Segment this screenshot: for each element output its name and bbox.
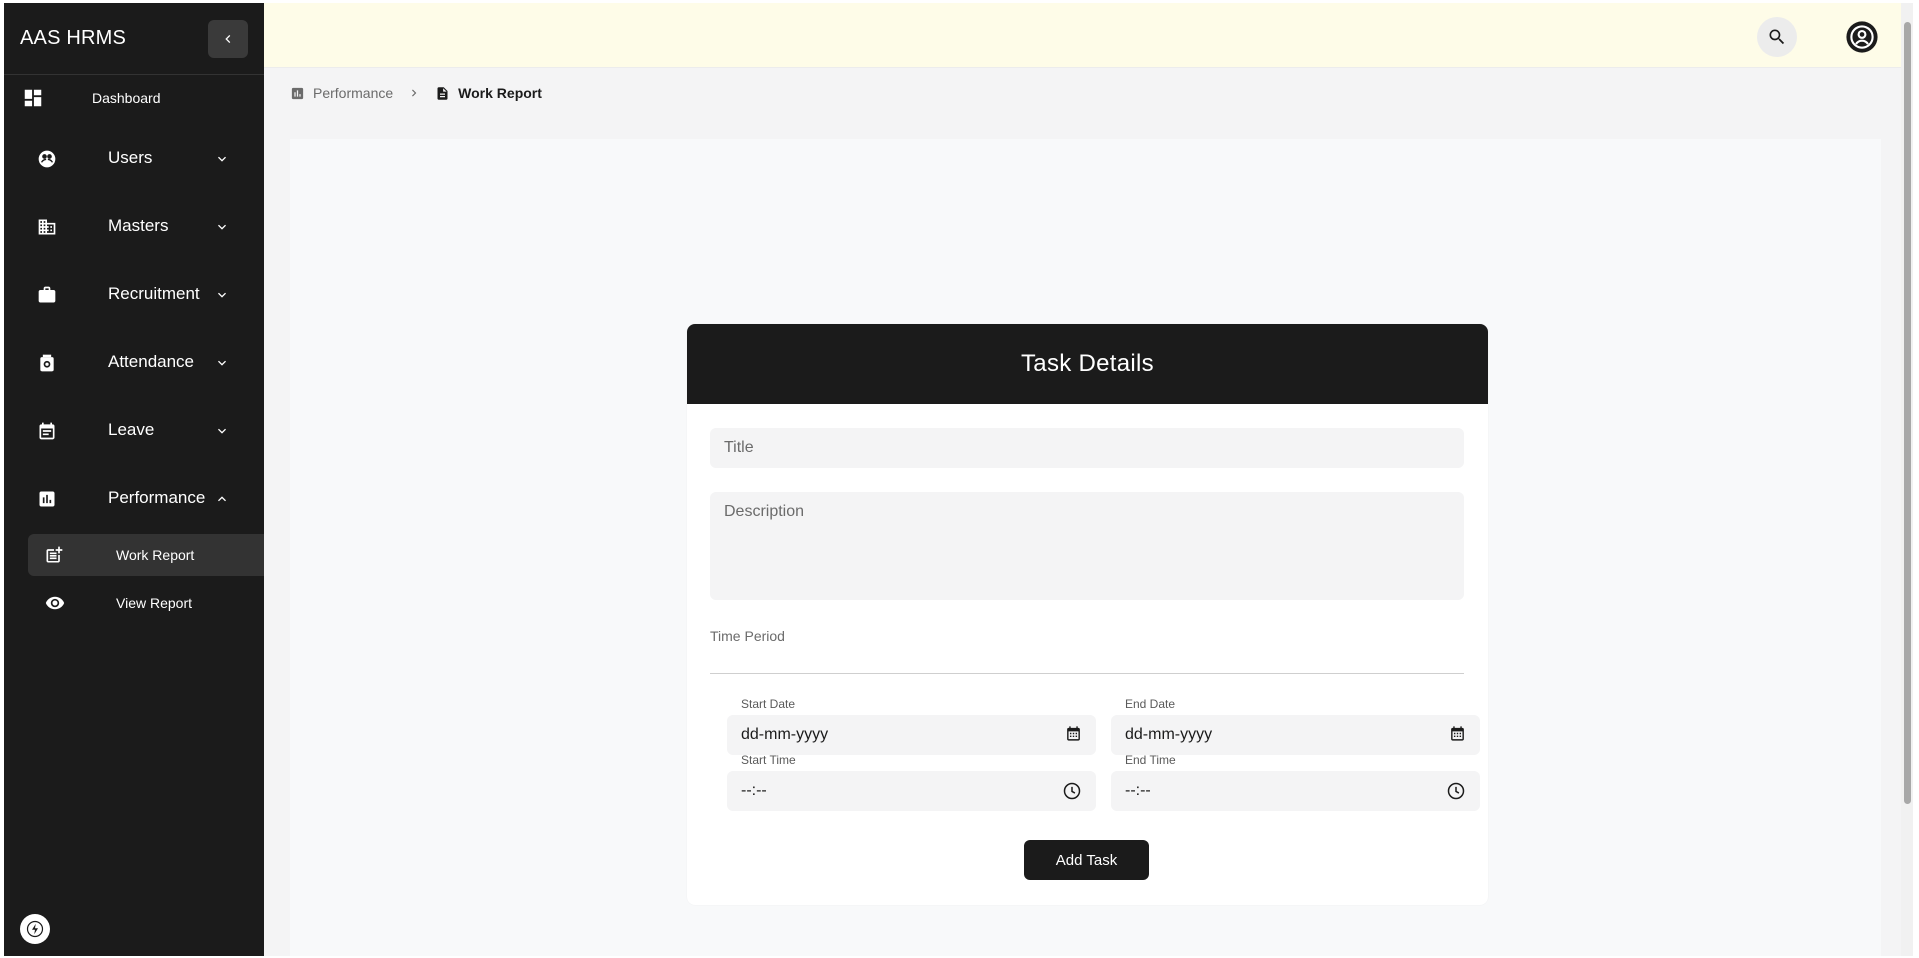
breadcrumb-item-work-report: Work Report: [435, 85, 542, 101]
breadcrumb-item-performance[interactable]: Performance: [290, 85, 393, 101]
start-date-value: dd-mm-yyyy: [741, 726, 829, 743]
chevron-down-icon: [214, 287, 230, 308]
calendar-picker-icon[interactable]: [1065, 725, 1082, 747]
lightning-icon: [26, 920, 44, 938]
time-period-divider: [710, 673, 1464, 674]
end-date-value: dd-mm-yyyy: [1125, 726, 1213, 743]
sidebar-item-dashboard[interactable]: Dashboard: [4, 83, 264, 115]
collapse-sidebar-button[interactable]: [208, 20, 248, 58]
end-date-label: End Date: [1125, 697, 1176, 711]
eye-icon: [44, 593, 66, 618]
start-time-input[interactable]: Start Time --:--: [727, 753, 1096, 811]
calendar-icon: [37, 421, 57, 446]
briefcase-icon: [37, 285, 57, 310]
sidebar-item-users[interactable]: Users: [4, 137, 264, 181]
account-circle-icon: [1846, 21, 1878, 53]
post-add-icon: [44, 545, 64, 570]
account-button[interactable]: [1842, 17, 1882, 57]
chevron-left-icon: [225, 35, 231, 43]
chevron-right-icon: [407, 86, 421, 100]
calendar-picker-icon[interactable]: [1449, 725, 1466, 747]
sidebar-divider: [4, 74, 264, 75]
chart-icon: [37, 489, 57, 514]
chevron-down-icon: [214, 219, 230, 240]
chart-icon: [291, 87, 304, 99]
end-time-label: End Time: [1125, 753, 1176, 767]
sidebar: AAS HRMS Dashboard Users Masters Recruit…: [4, 3, 264, 956]
sidebar-item-masters[interactable]: Masters: [4, 205, 264, 249]
chevron-down-icon: [214, 151, 230, 172]
sidebar-item-performance[interactable]: Performance: [4, 477, 264, 521]
breadcrumb: Performance Work Report: [290, 82, 542, 104]
sidebar-item-recruitment[interactable]: Recruitment: [4, 273, 264, 317]
chevron-down-icon: [214, 355, 230, 376]
clock-icon[interactable]: [1446, 781, 1466, 806]
sidebar-item-attendance[interactable]: Attendance: [4, 341, 264, 385]
end-time-value: --:--: [1125, 782, 1151, 799]
building-icon: [37, 217, 57, 242]
topbar: [264, 3, 1901, 68]
sidebar-item-label: Masters: [108, 216, 169, 235]
breadcrumb-label: Performance: [313, 85, 394, 101]
next-logo-button[interactable]: [20, 914, 50, 944]
sidebar-item-label: Dashboard: [92, 90, 161, 106]
description-placeholder: Description: [724, 503, 805, 520]
start-time-label: Start Time: [741, 753, 796, 767]
chevron-down-icon: [214, 423, 230, 444]
document-icon: [437, 86, 448, 100]
sidebar-item-label: Leave: [108, 420, 155, 439]
search-icon: [1769, 29, 1785, 45]
description-textarea[interactable]: Description: [710, 492, 1464, 600]
task-details-card: Task Details Title Description Time Peri…: [687, 324, 1488, 905]
time-period-label: Time Period: [710, 628, 785, 644]
start-time-value: --:--: [741, 782, 767, 799]
sidebar-item-label: Performance: [108, 488, 206, 507]
sidebar-item-label: Recruitment: [108, 284, 200, 303]
chevron-up-icon: [214, 491, 230, 512]
sidebar-subitem-view-report[interactable]: View Report: [28, 582, 264, 624]
sidebar-item-leave[interactable]: Leave: [4, 409, 264, 453]
title-input[interactable]: Title: [710, 428, 1464, 468]
search-button[interactable]: [1757, 17, 1797, 57]
users-icon: [37, 149, 57, 174]
sidebar-item-label: Users: [108, 148, 153, 167]
add-task-button[interactable]: Add Task: [1024, 840, 1149, 880]
title-placeholder: Title: [724, 439, 754, 456]
end-date-input[interactable]: End Date dd-mm-yyyy: [1111, 697, 1480, 755]
start-date-label: Start Date: [741, 697, 796, 711]
card-title: Task Details: [687, 324, 1488, 404]
dashboard-icon: [22, 87, 44, 114]
clock-icon[interactable]: [1062, 781, 1082, 806]
app-title: AAS HRMS: [20, 27, 127, 49]
scrollbar-thumb[interactable]: [1904, 22, 1911, 804]
start-date-input[interactable]: Start Date dd-mm-yyyy: [727, 697, 1096, 755]
end-time-input[interactable]: End Time --:--: [1111, 753, 1480, 811]
app-frame: AAS HRMS Dashboard Users Masters Recruit…: [4, 3, 1901, 956]
sidebar-subitem-label: View Report: [116, 595, 193, 611]
sidebar-subitem-work-report[interactable]: Work Report: [28, 534, 264, 576]
breadcrumb-label: Work Report: [458, 85, 542, 101]
attendance-icon: [37, 353, 57, 378]
sidebar-subitem-label: Work Report: [116, 547, 195, 563]
sidebar-item-label: Attendance: [108, 352, 195, 371]
